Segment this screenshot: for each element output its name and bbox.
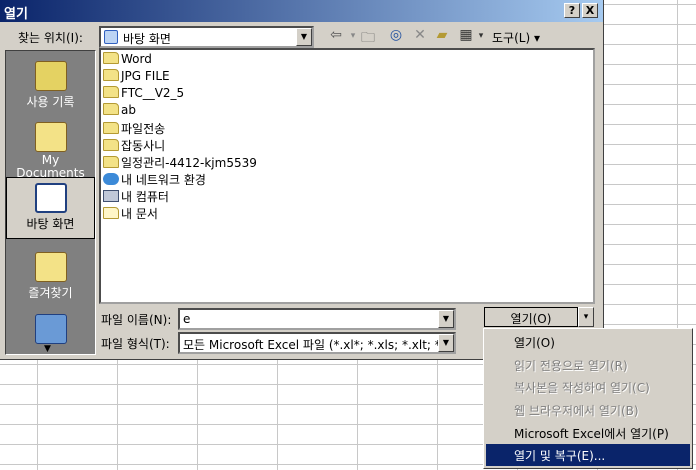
open-dialog: 열기 ? X 찾는 위치(I): 바탕 화면 ▼ ⇦ ▾ 🗀 ◎ ✕ ▰ ▦ ▾… xyxy=(0,0,604,360)
file-name: 파일전송 xyxy=(121,122,166,136)
open-dropdown-button[interactable]: ▾ xyxy=(578,307,594,327)
look-in-value: 바탕 화면 xyxy=(123,32,171,46)
look-in-combo[interactable]: 바탕 화면 ▼ xyxy=(99,26,314,48)
folder-icon xyxy=(103,103,119,115)
back-arrow-icon[interactable]: ⇦ xyxy=(325,27,347,47)
file-name: Word xyxy=(121,52,152,66)
my-computer-icon xyxy=(103,190,119,202)
dialog-title: 열기 xyxy=(4,7,28,22)
open-options-menu: 열기(O) 읽기 전용으로 열기(R) 복사본을 작성하여 열기(C) 웹 브라… xyxy=(483,328,693,469)
list-item[interactable]: 일정관리-4412-kjm5539 xyxy=(103,154,257,171)
menu-item-open-in-browser[interactable]: 웹 브라우저에서 열기(B) xyxy=(486,399,690,421)
up-folder-icon[interactable]: 🗀 xyxy=(358,27,378,47)
look-in-label: 찾는 위치(I): xyxy=(18,31,83,45)
file-name: 일정관리-4412-kjm5539 xyxy=(121,156,257,170)
file-name: FTC__V2_5 xyxy=(121,86,185,100)
history-icon xyxy=(34,61,67,91)
file-name: 내 문서 xyxy=(121,207,158,221)
list-item[interactable]: 내 네트워크 환경 xyxy=(103,171,206,188)
file-name-input[interactable]: e ▼ xyxy=(178,308,456,330)
desktop-icon xyxy=(104,30,118,44)
file-name-label: 파일 이름(N): xyxy=(101,313,172,327)
close-button[interactable]: X xyxy=(582,3,598,18)
place-favorites[interactable]: 즐겨찾기 xyxy=(6,247,95,309)
place-label: 사용 기록 xyxy=(26,95,75,109)
place-label: 즐겨찾기 xyxy=(28,286,73,300)
menu-item-open[interactable]: 열기(O) xyxy=(486,331,690,353)
list-item[interactable]: Word xyxy=(103,52,152,69)
menu-item-open-and-repair[interactable]: 열기 및 복구(E)... xyxy=(486,444,690,466)
new-folder-icon[interactable]: ▰ xyxy=(432,27,452,47)
file-type-label: 파일 형식(T): xyxy=(101,337,170,351)
tools-menu-button[interactable]: 도구(L) ▾ xyxy=(488,29,544,49)
list-item[interactable]: ab xyxy=(103,103,136,120)
menu-item-open-as-copy[interactable]: 복사본을 작성하여 열기(C) xyxy=(486,376,690,398)
desktop-icon xyxy=(34,183,67,213)
menu-item-open-read-only[interactable]: 읽기 전용으로 열기(R) xyxy=(486,354,690,376)
file-type-value: 모든 Microsoft Excel 파일 (*.xl*; *.xls; *.x… xyxy=(183,338,441,352)
file-type-select[interactable]: 모든 Microsoft Excel 파일 (*.xl*; *.xls; *.x… xyxy=(178,332,456,354)
menu-item-open-in-excel[interactable]: Microsoft Excel에서 열기(P) xyxy=(486,422,690,444)
open-button-label: 열기(O) xyxy=(510,312,552,326)
file-name: 내 컴퓨터 xyxy=(121,190,169,204)
place-desktop[interactable]: 바탕 화면 xyxy=(6,177,95,239)
file-name: 잡동사니 xyxy=(121,139,166,153)
list-item[interactable]: JPG FILE xyxy=(103,69,170,86)
my-documents-icon xyxy=(103,207,119,219)
folder-icon xyxy=(103,156,119,168)
network-icon xyxy=(34,314,67,344)
chevron-down-icon[interactable]: ▼ xyxy=(296,28,312,46)
chevron-down-icon[interactable]: ▼ xyxy=(438,334,454,352)
places-bar: 사용 기록 My Documents 바탕 화면 즐겨찾기 xyxy=(5,50,96,355)
file-name: JPG FILE xyxy=(121,69,170,83)
place-my-documents[interactable]: My Documents xyxy=(6,117,95,180)
folder-icon xyxy=(103,86,119,98)
place-label: 바탕 화면 xyxy=(26,217,75,231)
favorites-icon xyxy=(34,252,67,282)
file-name-value: e xyxy=(183,312,191,326)
chevron-down-icon[interactable]: ▼ xyxy=(438,310,454,328)
folder-icon xyxy=(103,69,119,81)
open-button[interactable]: 열기(O) xyxy=(484,307,578,327)
file-name: ab xyxy=(121,103,136,117)
help-button[interactable]: ? xyxy=(564,3,580,18)
views-icon[interactable]: ▦ xyxy=(455,27,477,47)
folder-icon xyxy=(103,139,119,151)
search-web-icon[interactable]: ◎ xyxy=(386,27,406,47)
folder-icon xyxy=(103,52,119,64)
places-scroll-down-icon[interactable]: ▼ xyxy=(44,344,51,354)
network-places-icon xyxy=(103,173,119,185)
file-list: Word JPG FILE FTC__V2_5 ab 파일전송 잡동사니 일정관… xyxy=(99,48,595,304)
list-item[interactable]: 내 컴퓨터 xyxy=(103,188,169,205)
list-item[interactable]: 내 문서 xyxy=(103,205,158,222)
list-item[interactable]: 잡동사니 xyxy=(103,137,165,154)
list-item[interactable]: FTC__V2_5 xyxy=(103,86,184,103)
my-documents-icon xyxy=(34,122,67,152)
folder-icon xyxy=(103,122,119,134)
place-history[interactable]: 사용 기록 xyxy=(6,56,95,118)
chevron-down-icon: ▾ xyxy=(583,312,589,322)
delete-icon[interactable]: ✕ xyxy=(410,27,430,47)
dialog-titlebar: 열기 xyxy=(0,0,603,22)
list-item[interactable]: 파일전송 xyxy=(103,120,165,137)
file-name: 내 네트워크 환경 xyxy=(121,173,206,187)
